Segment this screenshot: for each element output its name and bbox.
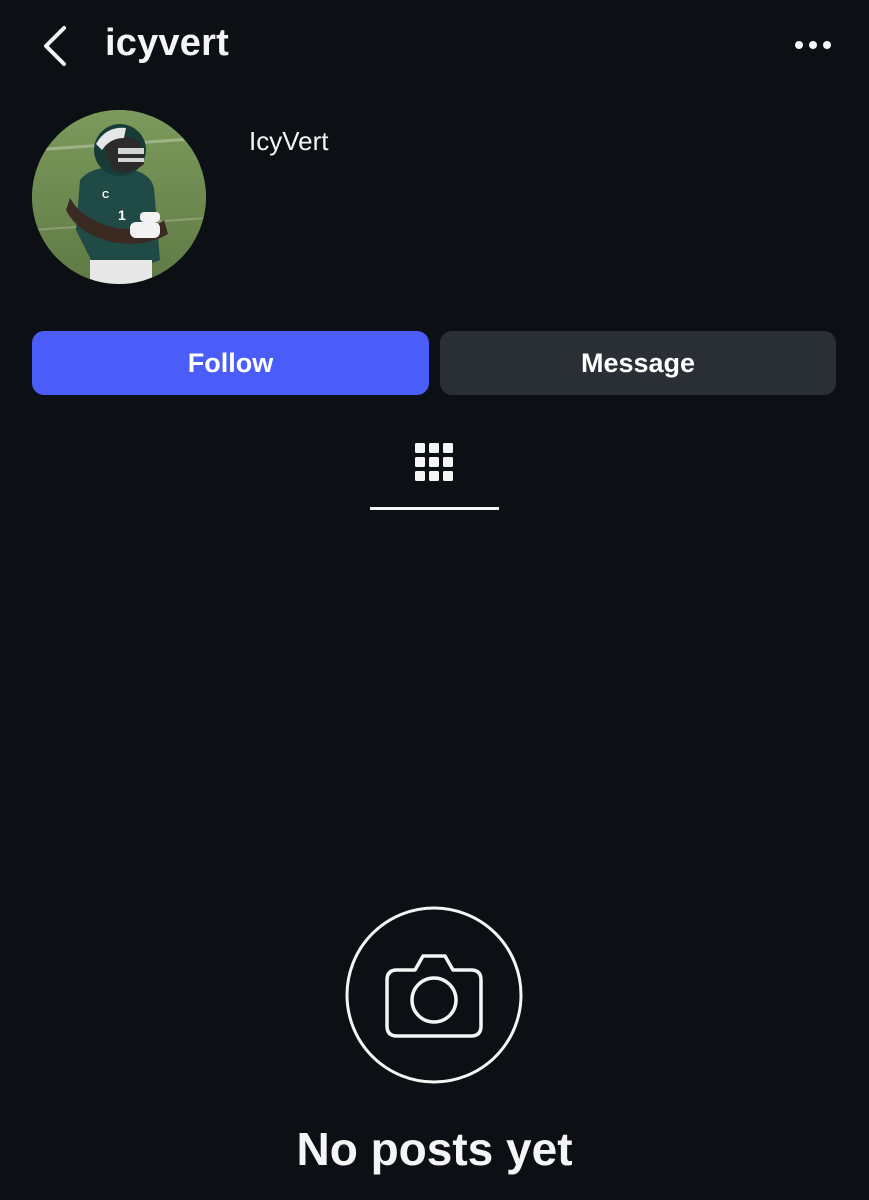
grid-icon bbox=[415, 443, 453, 481]
chevron-left-icon bbox=[44, 26, 66, 66]
empty-state-title: No posts yet bbox=[296, 1123, 573, 1175]
avatar[interactable]: C 1 bbox=[32, 110, 206, 284]
follow-button[interactable]: Follow bbox=[32, 331, 429, 395]
more-horizontal-icon bbox=[795, 41, 831, 49]
camera-icon bbox=[345, 906, 523, 1084]
svg-text:C: C bbox=[102, 190, 109, 201]
message-button[interactable]: Message bbox=[440, 331, 836, 395]
active-tab-indicator bbox=[370, 507, 499, 510]
back-button[interactable] bbox=[36, 24, 76, 68]
top-bar: icyvert bbox=[0, 0, 869, 90]
tab-posts-grid[interactable] bbox=[370, 430, 499, 510]
profile-display-name: IcyVert bbox=[249, 126, 329, 156]
profile-username: icyvert bbox=[105, 22, 229, 64]
avatar-image: C 1 bbox=[32, 110, 206, 284]
more-options-button[interactable] bbox=[792, 32, 834, 58]
svg-text:1: 1 bbox=[118, 207, 126, 223]
